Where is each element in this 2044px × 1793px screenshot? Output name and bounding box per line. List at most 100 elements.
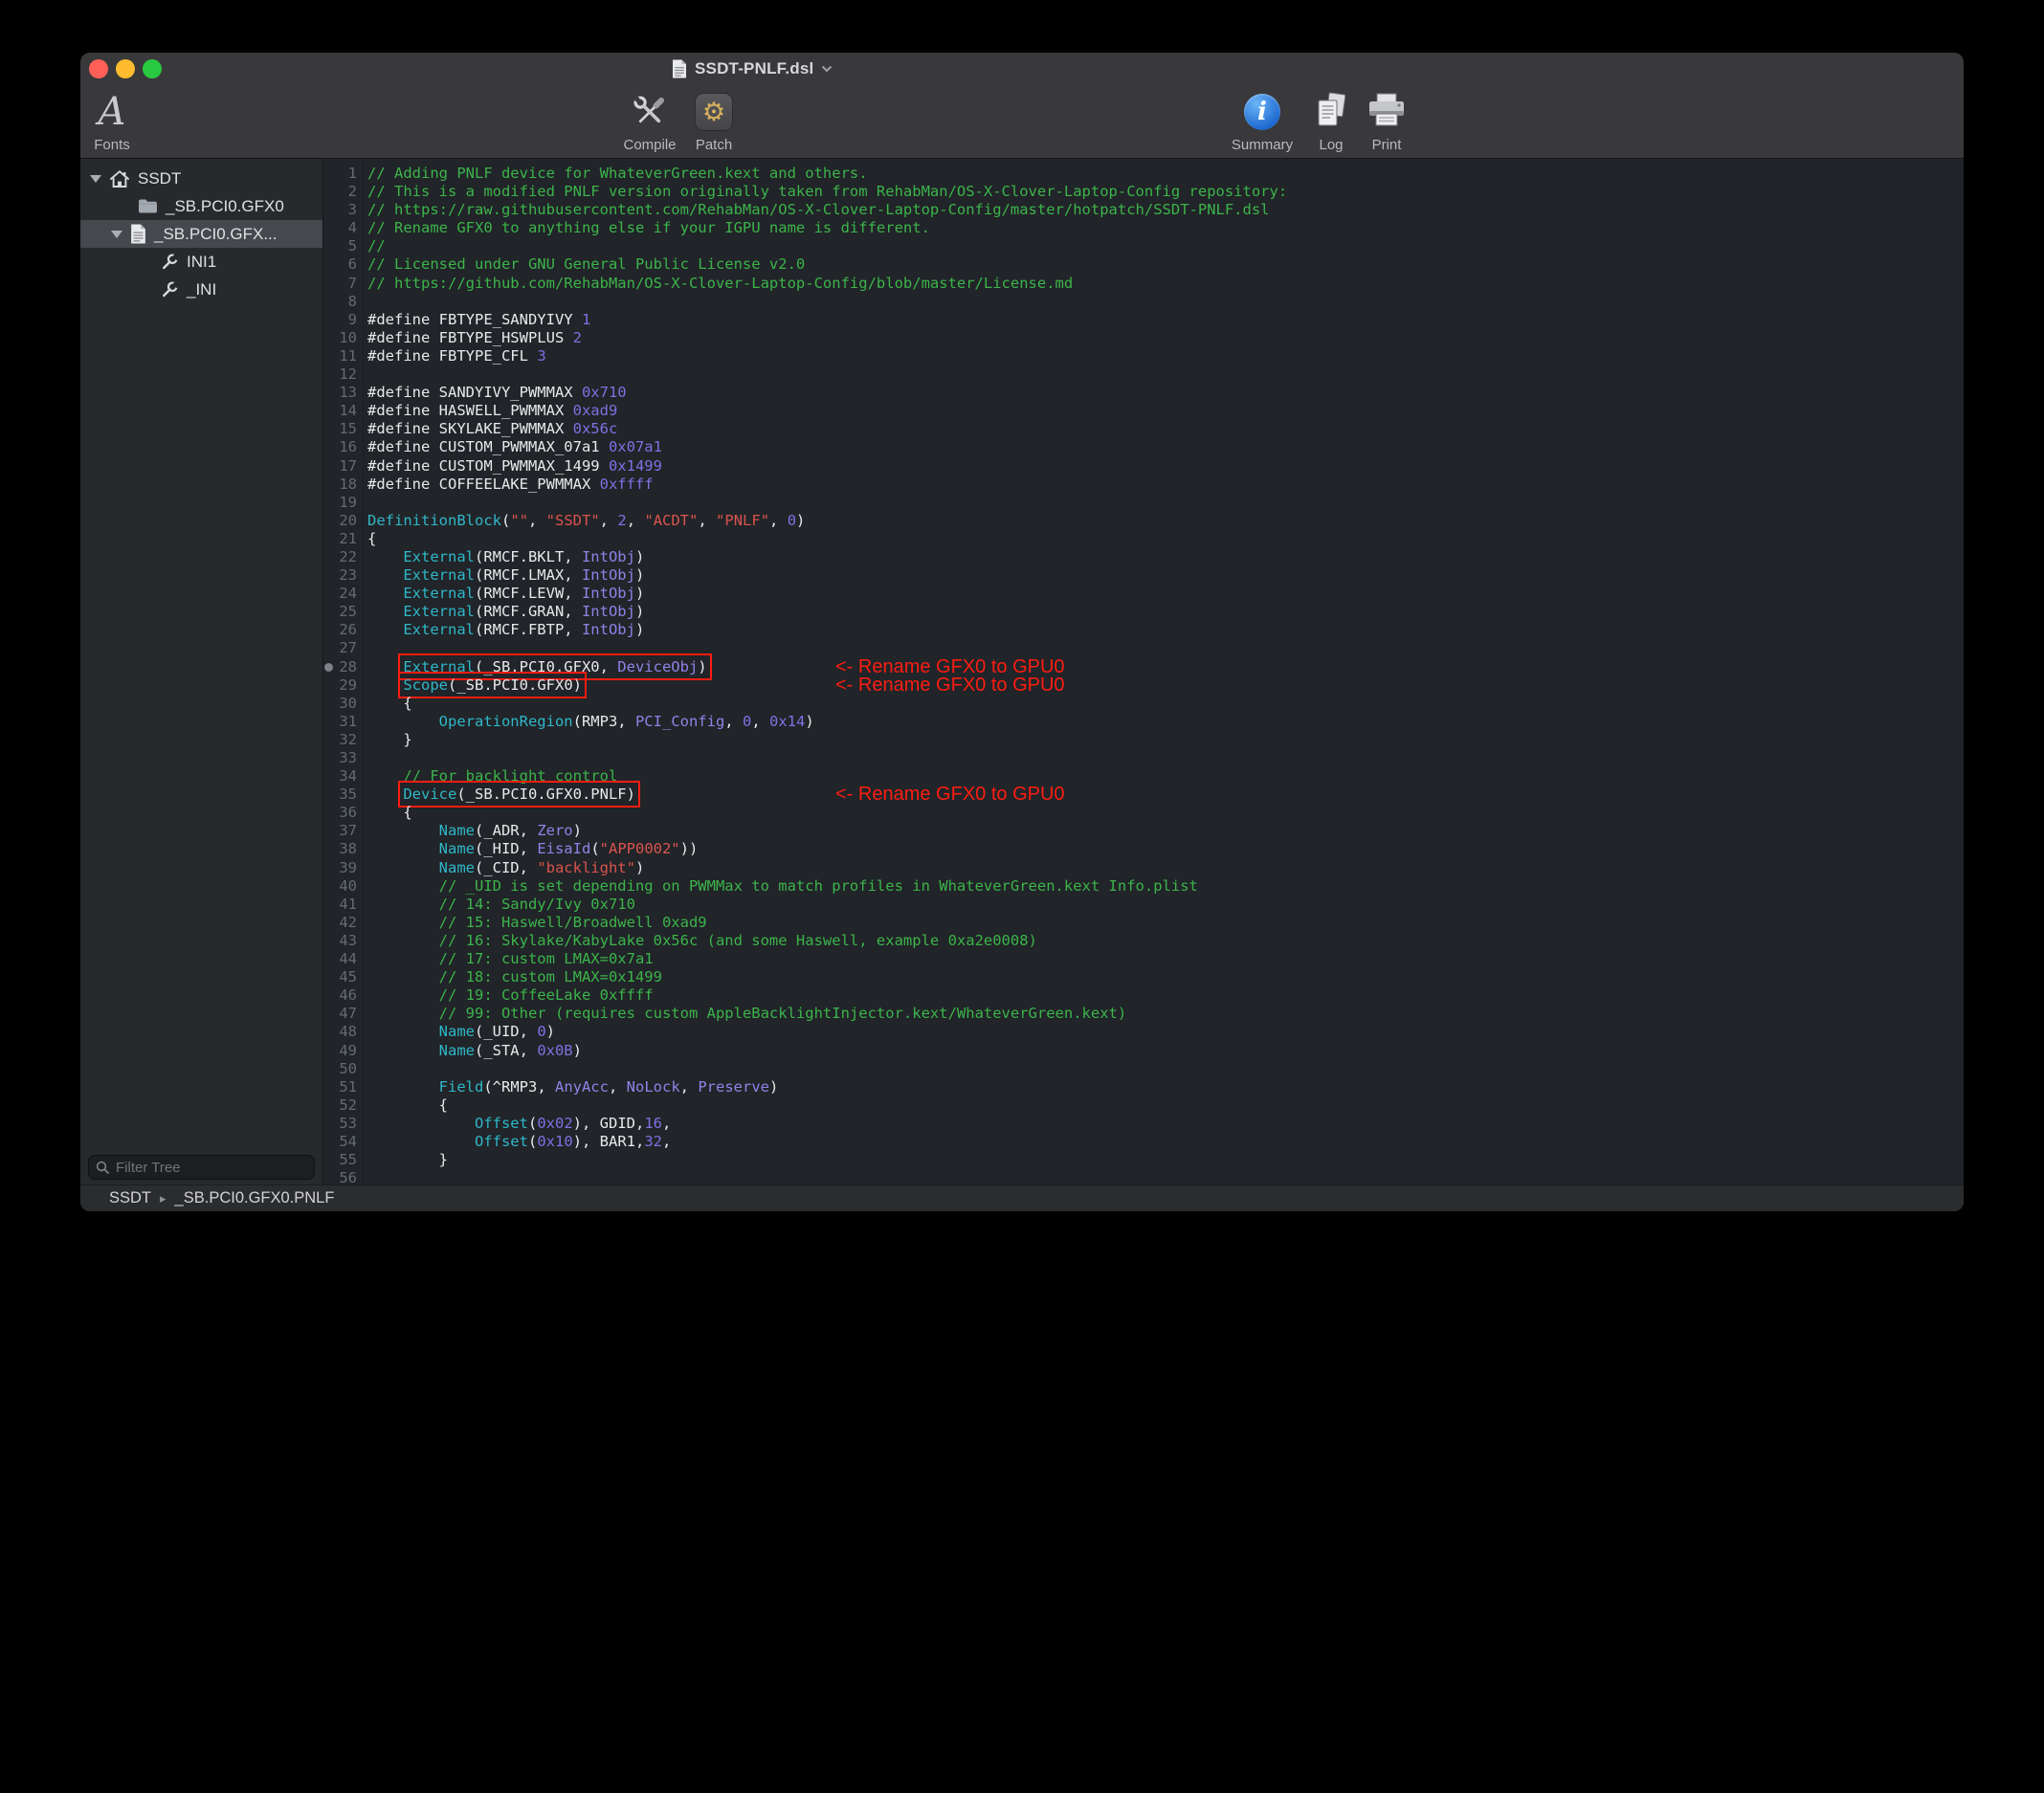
filter-tree-field bbox=[88, 1155, 315, 1180]
code-text: External(RMCF.BKLT, IntObj) bbox=[367, 548, 644, 565]
sidebar-item-ssdt[interactable]: SSDT bbox=[80, 165, 322, 192]
patch-button[interactable]: ⚙ Patch bbox=[661, 88, 766, 153]
code-line-6[interactable]: 6// Licensed under GNU General Public Li… bbox=[323, 255, 1964, 274]
code-line-29[interactable]: 29 Scope(_SB.PCI0.GFX0)<- Rename GFX0 to… bbox=[323, 676, 1964, 695]
code-line-48[interactable]: 48 Name(_UID, 0) bbox=[323, 1023, 1964, 1041]
code-line-49[interactable]: 49 Name(_STA, 0x0B) bbox=[323, 1042, 1964, 1060]
close-button[interactable] bbox=[89, 59, 108, 78]
code-line-37[interactable]: 37 Name(_ADR, Zero) bbox=[323, 822, 1964, 840]
code-line-28[interactable]: 28 External(_SB.PCI0.GFX0, DeviceObj)<- … bbox=[323, 658, 1964, 676]
code-line-21[interactable]: 21{ bbox=[323, 530, 1964, 548]
titlebar: SSDT-PNLF.dsl bbox=[80, 53, 1964, 85]
code-line-38[interactable]: 38 Name(_HID, EisaId("APP0002")) bbox=[323, 840, 1964, 858]
fonts-button[interactable]: A Fonts bbox=[80, 88, 165, 153]
code-line-2[interactable]: 2// This is a modified PNLF version orig… bbox=[323, 183, 1964, 201]
code-line-7[interactable]: 7// https://github.com/RehabMan/OS-X-Clo… bbox=[323, 275, 1964, 293]
code-token: Zero bbox=[537, 822, 572, 839]
code-editor[interactable]: 1// Adding PNLF device for WhateverGreen… bbox=[322, 159, 1964, 1184]
code-token: #define FBTYPE_CFL bbox=[367, 347, 537, 365]
code-line-9[interactable]: 9#define FBTYPE_SANDYIVY 1 bbox=[323, 311, 1964, 329]
code-line-25[interactable]: 25 External(RMCF.GRAN, IntObj) bbox=[323, 603, 1964, 621]
code-line-44[interactable]: 44 // 17: custom LMAX=0x7a1 bbox=[323, 950, 1964, 968]
code-line-32[interactable]: 32 } bbox=[323, 731, 1964, 749]
code-line-41[interactable]: 41 // 14: Sandy/Ivy 0x710 bbox=[323, 896, 1964, 914]
sidebar-item-ini1[interactable]: INI1 bbox=[80, 248, 322, 276]
code-line-36[interactable]: 36 { bbox=[323, 804, 1964, 822]
code-line-33[interactable]: 33 bbox=[323, 749, 1964, 767]
window-title-menu[interactable]: SSDT-PNLF.dsl bbox=[672, 53, 833, 85]
code-token: #define COFFEELAKE_PWMMAX bbox=[367, 476, 600, 493]
code-token: (RMCF.LMAX, bbox=[475, 566, 582, 584]
code-line-52[interactable]: 52 { bbox=[323, 1096, 1964, 1115]
code-line-5[interactable]: 5// bbox=[323, 237, 1964, 255]
code-line-45[interactable]: 45 // 18: custom LMAX=0x1499 bbox=[323, 968, 1964, 986]
code-line-13[interactable]: 13#define SANDYIVY_PWMMAX 0x710 bbox=[323, 384, 1964, 402]
code-line-8[interactable]: 8 bbox=[323, 293, 1964, 311]
code-line-30[interactable]: 30 { bbox=[323, 695, 1964, 713]
code-line-19[interactable]: 19 bbox=[323, 494, 1964, 512]
line-number: 26 bbox=[323, 621, 357, 639]
code-line-50[interactable]: 50 bbox=[323, 1060, 1964, 1078]
code-token: AnyAcc bbox=[555, 1078, 609, 1096]
code-line-42[interactable]: 42 // 15: Haswell/Broadwell 0xad9 bbox=[323, 914, 1964, 932]
code-line-55[interactable]: 55 } bbox=[323, 1151, 1964, 1169]
code-token: IntObj bbox=[582, 548, 635, 565]
code-token bbox=[367, 1133, 475, 1150]
code-line-47[interactable]: 47 // 99: Other (requires custom AppleBa… bbox=[323, 1005, 1964, 1023]
code-token: #define FBTYPE_HSWPLUS bbox=[367, 329, 573, 346]
code-line-46[interactable]: 46 // 19: CoffeeLake 0xffff bbox=[323, 986, 1964, 1005]
sidebar-item-label: SSDT bbox=[138, 169, 181, 188]
code-line-24[interactable]: 24 External(RMCF.LEVW, IntObj) bbox=[323, 585, 1964, 603]
code-line-17[interactable]: 17#define CUSTOM_PWMMAX_1499 0x1499 bbox=[323, 457, 1964, 476]
sidebar-item-ini[interactable]: _INI bbox=[80, 276, 322, 303]
code-line-26[interactable]: 26 External(RMCF.FBTP, IntObj) bbox=[323, 621, 1964, 639]
minimize-button[interactable] bbox=[116, 59, 135, 78]
code-text: } bbox=[367, 731, 412, 748]
code-line-22[interactable]: 22 External(RMCF.BKLT, IntObj) bbox=[323, 548, 1964, 566]
code-token: ( bbox=[528, 1133, 537, 1150]
code-line-51[interactable]: 51 Field(^RMP3, AnyAcc, NoLock, Preserve… bbox=[323, 1078, 1964, 1096]
code-line-27[interactable]: 27 bbox=[323, 639, 1964, 657]
code-line-43[interactable]: 43 // 16: Skylake/KabyLake 0x56c (and so… bbox=[323, 932, 1964, 950]
code-line-3[interactable]: 3// https://raw.githubusercontent.com/Re… bbox=[323, 201, 1964, 219]
code-token: External bbox=[403, 603, 475, 620]
line-number: 12 bbox=[323, 365, 357, 384]
line-number: 18 bbox=[323, 476, 357, 494]
code-token: EisaId bbox=[537, 840, 590, 857]
code-line-34[interactable]: 34 // For backlight control bbox=[323, 767, 1964, 786]
code-line-39[interactable]: 39 Name(_CID, "backlight") bbox=[323, 859, 1964, 877]
code-token: // 19: CoffeeLake 0xffff bbox=[439, 986, 654, 1004]
code-line-1[interactable]: 1// Adding PNLF device for WhateverGreen… bbox=[323, 165, 1964, 183]
code-line-23[interactable]: 23 External(RMCF.LMAX, IntObj) bbox=[323, 566, 1964, 585]
code-token: External bbox=[403, 621, 475, 638]
code-line-35[interactable]: 35 Device(_SB.PCI0.GFX0.PNLF)<- Rename G… bbox=[323, 786, 1964, 804]
code-line-4[interactable]: 4// Rename GFX0 to anything else if your… bbox=[323, 219, 1964, 237]
code-token: PCI_Config bbox=[635, 713, 724, 730]
line-number: 44 bbox=[323, 950, 357, 968]
sidebar-item-gfx0-scope[interactable]: _SB.PCI0.GFX0 bbox=[80, 192, 322, 220]
code-token: { bbox=[367, 695, 412, 712]
code-line-14[interactable]: 14#define HASWELL_PWMMAX 0xad9 bbox=[323, 402, 1964, 420]
print-button[interactable]: Print bbox=[1334, 88, 1439, 153]
code-line-18[interactable]: 18#define COFFEELAKE_PWMMAX 0xffff bbox=[323, 476, 1964, 494]
code-line-31[interactable]: 31 OperationRegion(RMP3, PCI_Config, 0, … bbox=[323, 713, 1964, 731]
code-line-10[interactable]: 10#define FBTYPE_HSWPLUS 2 bbox=[323, 329, 1964, 347]
code-line-54[interactable]: 54 Offset(0x10), BAR1,32, bbox=[323, 1133, 1964, 1151]
code-line-56[interactable]: 56 bbox=[323, 1169, 1964, 1184]
zoom-button[interactable] bbox=[143, 59, 162, 78]
code-line-40[interactable]: 40 // _UID is set depending on PWMMax to… bbox=[323, 877, 1964, 896]
code-line-16[interactable]: 16#define CUSTOM_PWMMAX_07a1 0x07a1 bbox=[323, 438, 1964, 456]
sidebar-item-gfx0-pnlf[interactable]: _SB.PCI0.GFX... bbox=[80, 220, 322, 248]
filter-tree-input[interactable] bbox=[88, 1155, 315, 1180]
code-text: Name(_ADR, Zero) bbox=[367, 822, 582, 839]
code-text: // Licensed under GNU General Public Lic… bbox=[367, 255, 805, 273]
line-number: 20 bbox=[323, 512, 357, 530]
code-line-15[interactable]: 15#define SKYLAKE_PWMMAX 0x56c bbox=[323, 420, 1964, 438]
disclosure-triangle-icon[interactable] bbox=[111, 231, 122, 238]
code-line-53[interactable]: 53 Offset(0x02), GDID,16, bbox=[323, 1115, 1964, 1133]
line-number: 2 bbox=[323, 183, 357, 201]
code-line-12[interactable]: 12 bbox=[323, 365, 1964, 384]
disclosure-triangle-icon[interactable] bbox=[90, 175, 101, 183]
code-line-20[interactable]: 20DefinitionBlock("", "SSDT", 2, "ACDT",… bbox=[323, 512, 1964, 530]
code-line-11[interactable]: 11#define FBTYPE_CFL 3 bbox=[323, 347, 1964, 365]
